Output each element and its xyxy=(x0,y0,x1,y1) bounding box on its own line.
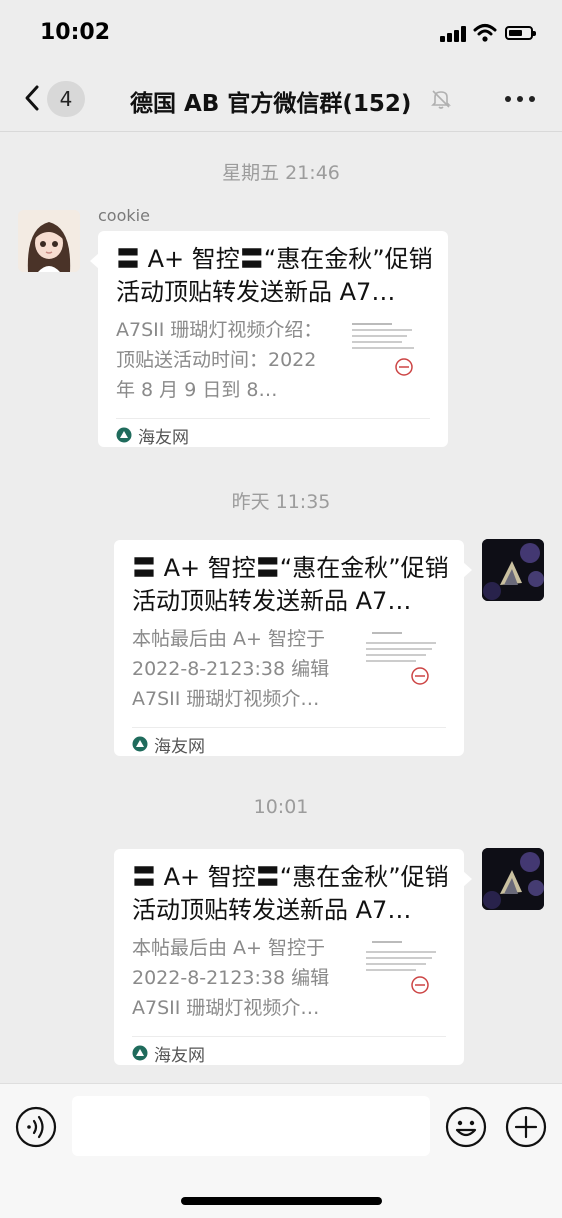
avatar[interactable] xyxy=(482,539,544,601)
chat-header: 4 德国 AB 官方微信群(152) xyxy=(0,66,562,132)
link-card-thumbnail xyxy=(360,933,442,1003)
link-card-source: 海友网 xyxy=(132,733,205,757)
link-card-thumbnail xyxy=(360,624,442,694)
link-card-description: 本帖最后由 A+ 智控于 2022-8-2123:38 编辑 A7SII 珊瑚灯… xyxy=(132,937,330,1019)
timestamp: 昨天 11:35 xyxy=(231,491,331,513)
site-logo-icon xyxy=(132,736,148,752)
unread-count-badge[interactable]: 4 xyxy=(47,81,85,117)
timestamp: 10:01 xyxy=(253,796,309,818)
link-card[interactable]: 〓 A+ 智控〓“惠在金秋”促销活动顶贴转发送新品 A7… 本帖最后由 A+ 智… xyxy=(114,849,472,1066)
link-card[interactable]: 〓 A+ 智控〓“惠在金秋”促销活动顶贴转发送新品 A7… A7SII 珊瑚灯视… xyxy=(90,231,448,448)
source-name: 海友网 xyxy=(138,427,189,448)
battery-icon xyxy=(505,26,536,40)
link-card[interactable]: 〓 A+ 智控〓“惠在金秋”促销活动顶贴转发送新品 A7… 本帖最后由 A+ 智… xyxy=(114,540,472,757)
more-icon[interactable] xyxy=(505,94,535,104)
link-card-source: 海友网 xyxy=(116,424,189,448)
source-name: 海友网 xyxy=(154,1045,205,1066)
emoji-icon[interactable] xyxy=(445,1106,487,1148)
plus-icon[interactable] xyxy=(505,1106,547,1148)
link-card-source: 海友网 xyxy=(132,1042,205,1066)
divider xyxy=(132,1036,446,1037)
status-bar: 10:02 xyxy=(0,0,562,66)
divider xyxy=(132,727,446,728)
link-card-description: 本帖最后由 A+ 智控于 2022-8-2123:38 编辑 A7SII 珊瑚灯… xyxy=(132,628,330,710)
link-card-thumbnail xyxy=(344,315,426,385)
site-logo-icon xyxy=(116,427,132,443)
status-time: 10:02 xyxy=(40,20,111,45)
source-name: 海友网 xyxy=(154,736,205,757)
timestamp: 星期五 21:46 xyxy=(222,162,340,184)
chevron-left-icon[interactable] xyxy=(22,84,42,112)
chat-title[interactable]: 德国 AB 官方微信群(152) xyxy=(130,84,411,118)
site-logo-icon xyxy=(132,1045,148,1061)
link-card-title: 〓 A+ 智控〓“惠在金秋”促销活动顶贴转发送新品 A7… xyxy=(132,554,449,615)
message-input[interactable] xyxy=(72,1096,430,1156)
avatar[interactable] xyxy=(482,848,544,910)
bell-slash-icon xyxy=(431,90,451,109)
link-card-title: 〓 A+ 智控〓“惠在金秋”促销活动顶贴转发送新品 A7… xyxy=(116,245,433,306)
link-card-description: A7SII 珊瑚灯视频介绍：顶贴送活动时间：2022 年 8 月 9 日到 8… xyxy=(116,319,323,401)
cellular-signal-icon xyxy=(440,26,468,42)
voice-icon[interactable] xyxy=(15,1106,57,1148)
divider xyxy=(116,418,430,419)
home-indicator[interactable] xyxy=(181,1197,382,1205)
wifi-icon xyxy=(473,24,497,42)
sender-name: cookie xyxy=(98,206,150,225)
avatar[interactable] xyxy=(18,210,80,272)
link-card-title: 〓 A+ 智控〓“惠在金秋”促销活动顶贴转发送新品 A7… xyxy=(132,863,449,924)
